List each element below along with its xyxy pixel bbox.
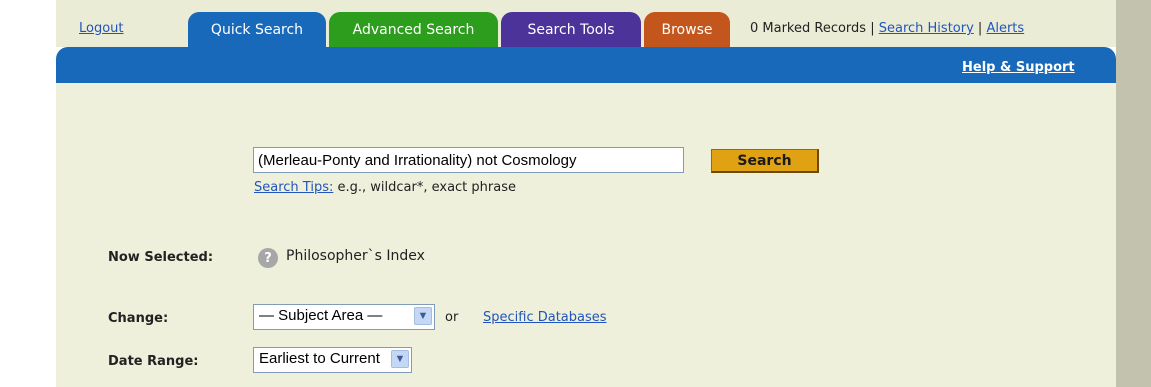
search-button[interactable]: Search bbox=[711, 149, 819, 173]
right-margin bbox=[1116, 0, 1151, 387]
tab-quick-search[interactable]: Quick Search bbox=[188, 12, 326, 47]
now-selected-label: Now Selected: bbox=[108, 250, 214, 265]
tab-quick-search-label: Quick Search bbox=[210, 21, 304, 38]
subject-area-value: — Subject Area — bbox=[259, 307, 383, 324]
search-history-link[interactable]: Search History bbox=[879, 21, 974, 36]
date-range-label: Date Range: bbox=[108, 354, 199, 369]
logout-link[interactable]: Logout bbox=[79, 21, 124, 36]
search-tips-text: e.g., wildcar*, exact phrase bbox=[333, 180, 516, 195]
question-circle-icon[interactable]: ? bbox=[258, 248, 278, 268]
left-margin bbox=[0, 0, 56, 387]
tab-search-tools[interactable]: Search Tools bbox=[501, 12, 641, 47]
search-panel bbox=[56, 83, 1116, 387]
top-right-links: 0 Marked Records | Search History | Aler… bbox=[750, 21, 1024, 36]
subject-area-select[interactable]: — Subject Area — ▼ bbox=[253, 304, 435, 330]
tab-browse[interactable]: Browse bbox=[644, 12, 730, 47]
search-button-label: Search bbox=[737, 152, 792, 169]
chevron-down-icon[interactable]: ▼ bbox=[414, 307, 432, 325]
search-tips-link[interactable]: Search Tips: bbox=[254, 180, 333, 195]
chevron-down-icon[interactable]: ▼ bbox=[391, 350, 409, 368]
header-bar bbox=[56, 47, 1116, 83]
change-label: Change: bbox=[108, 311, 169, 326]
now-selected-value: Philosopher`s Index bbox=[286, 248, 425, 264]
link-separator: | bbox=[977, 21, 983, 36]
tab-advanced-search-label: Advanced Search bbox=[352, 21, 475, 38]
tab-advanced-search[interactable]: Advanced Search bbox=[329, 12, 498, 47]
tab-search-tools-label: Search Tools bbox=[527, 21, 615, 38]
marked-records-count: 0 Marked Records | bbox=[750, 21, 875, 36]
search-input[interactable] bbox=[253, 147, 684, 173]
date-range-value: Earliest to Current bbox=[259, 350, 380, 367]
search-tips: Search Tips: e.g., wildcar*, exact phras… bbox=[254, 180, 516, 195]
date-range-select[interactable]: Earliest to Current ▼ bbox=[253, 347, 412, 373]
alerts-link[interactable]: Alerts bbox=[986, 21, 1024, 36]
or-text: or bbox=[445, 310, 459, 325]
specific-databases-link[interactable]: Specific Databases bbox=[483, 310, 607, 325]
help-support-link[interactable]: Help & Support bbox=[962, 60, 1075, 75]
tab-browse-label: Browse bbox=[661, 21, 713, 38]
